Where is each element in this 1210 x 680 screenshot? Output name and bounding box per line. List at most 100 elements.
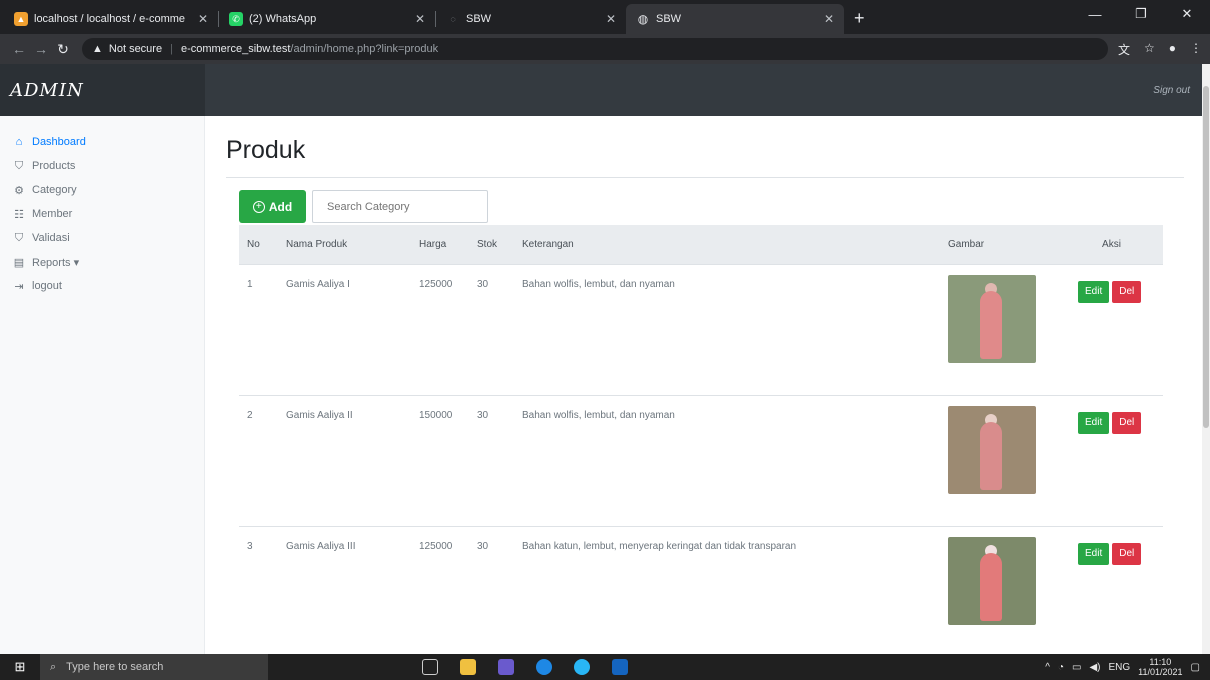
windows-start-icon[interactable]: ⊞ [0,659,40,675]
report-icon: ▤ [13,256,25,269]
sidebar-item-category[interactable]: ⚙ Category [0,178,204,202]
tab-title: SBW [656,13,682,25]
scrollbar-thumb[interactable] [1203,86,1209,428]
volume-icon[interactable]: ◀) [1089,662,1100,673]
page-title: Produk [226,136,306,164]
browser-tab-strip: ▲ localhost / localhost / e-comme ✕ ✆ (2… [0,0,1210,34]
cell-keterangan: Bahan wolfis, lembut, dan nyaman [514,394,940,526]
main-content: Produk + Add No Nama Produk Harga Stok K… [205,116,1202,654]
edit-button[interactable]: Edit [1078,280,1110,303]
home-icon: ⌂ [15,136,23,148]
close-window-icon[interactable]: ✕ [1164,6,1210,22]
cart-icon: ⛉ [14,231,24,244]
cell-harga: 125000 [411,263,469,395]
sidebar-item-validasi[interactable]: ⛉ Validasi [0,226,204,250]
divider [226,177,1184,178]
cell-gambar [940,525,1060,654]
network-icon[interactable]: ◔ [1058,662,1064,673]
close-tab-icon[interactable]: ✕ [198,12,208,26]
add-button[interactable]: + Add [239,190,306,223]
delete-button[interactable]: Del [1112,280,1142,303]
plus-circle-icon: + [252,200,265,213]
sidebar-item-dashboard[interactable]: ⌂ Dashboard [0,130,204,154]
product-image [948,274,1036,363]
clock-time: 11:10 [1149,657,1172,667]
column-header: Nama Produk [286,238,348,250]
brand-logo[interactable]: ADMIN [10,80,205,101]
table-row: 1 Gamis Aaliya I 125000 30 Bahan wolfis,… [239,263,1163,395]
close-tab-icon[interactable]: ✕ [606,12,616,26]
close-tab-icon[interactable]: ✕ [824,12,834,26]
loading-icon: ◌ [450,14,456,24]
cell-harga: 125000 [411,525,469,654]
warning-icon[interactable]: ▲ [92,43,103,55]
store-icon[interactable] [612,659,628,675]
cell-stok: 30 [469,394,514,526]
reload-icon[interactable]: ↻ [52,41,74,58]
language-indicator[interactable]: ENG [1108,662,1130,673]
column-header: No [247,238,260,250]
browser-tab[interactable]: ▲ localhost / localhost / e-comme ✕ [4,4,218,34]
security-label[interactable]: Not secure [109,43,162,55]
browser-tab[interactable]: ◌ SBW ✕ [436,4,626,34]
sidebar-item-label: logout [32,280,62,292]
toolbar-actions: 文 ☆ ● ⋮ [1118,41,1202,58]
translate-icon[interactable]: 文 [1118,41,1130,58]
task-view-icon[interactable] [422,659,438,675]
system-tray: ^ ◔ ▭ ◀) ENG 11:10 11/01/2021 ▢ [1045,654,1210,680]
page-scrollbar[interactable] [1202,64,1210,654]
edit-button[interactable]: Edit [1078,411,1110,434]
battery-icon[interactable]: ▭ [1072,662,1081,673]
clock[interactable]: 11:10 11/01/2021 [1138,657,1182,677]
notifications-icon[interactable]: ▢ [1191,662,1200,673]
cell-keterangan: Bahan wolfis, lembut, dan nyaman [514,263,940,395]
search-input[interactable] [312,190,488,223]
edit-button[interactable]: Edit [1078,542,1110,565]
file-explorer-icon[interactable] [460,659,476,675]
browser-toolbar: ← → ↻ ▲ Not secure | e-commerce_sibw.tes… [0,34,1210,64]
sidebar-item-label: Category [32,184,77,196]
address-bar[interactable]: ▲ Not secure | e-commerce_sibw.test /adm… [82,38,1108,60]
cell-nama: Gamis Aaliya I [278,263,411,395]
minimize-icon[interactable]: — [1072,7,1118,22]
browser-tab[interactable]: ✆ (2) WhatsApp ✕ [219,4,435,34]
image-figure [980,552,1002,621]
add-button-label: Add [268,199,293,214]
sign-out-link[interactable]: Sign out [1153,85,1190,96]
sidebar-item-products[interactable]: ⛉ Products [0,154,204,178]
image-figure [980,290,1002,359]
url-path: /admin/home.php?link=produk [290,43,439,55]
cell-nama: Gamis Aaliya II [278,394,411,526]
tab-title: (2) WhatsApp [249,13,317,25]
star-icon[interactable]: ☆ [1144,41,1155,58]
profile-icon[interactable]: ● [1169,41,1176,58]
vscode-icon[interactable] [498,659,514,675]
delete-button[interactable]: Del [1112,411,1142,434]
taskbar-search[interactable]: ⌕ Type here to search [40,654,268,680]
delete-button[interactable]: Del [1112,542,1142,565]
product-image [948,405,1036,494]
table-toolbar: + Add [239,190,1184,223]
sidebar-item-logout[interactable]: ⇥ logout [0,274,204,298]
chevron-up-icon[interactable]: ^ [1045,662,1050,673]
cell-gambar [940,263,1060,395]
chrome-icon[interactable] [574,659,590,675]
back-icon[interactable]: ← [8,41,30,57]
restore-icon[interactable]: ❐ [1118,6,1164,22]
sidebar-item-reports[interactable]: ▤ Reports ▾ [0,250,204,274]
forward-icon[interactable]: → [30,41,52,57]
sidebar-item-member[interactable]: ☷ Member [0,202,204,226]
globe-icon: ◍ [637,12,649,26]
table-header-row: No Nama Produk Harga Stok Keterangan Gam… [239,225,1163,264]
cart-icon: ⛉ [14,159,24,172]
new-tab-button[interactable]: + [844,8,875,34]
browser-tab-active[interactable]: ◍ SBW ✕ [626,4,844,34]
cell-stok: 30 [469,263,514,395]
menu-icon[interactable]: ⋮ [1190,41,1202,58]
cell-nama: Gamis Aaliya III [278,525,411,654]
close-tab-icon[interactable]: ✕ [415,12,425,26]
column-header: Keterangan [522,238,574,250]
cell-gambar [940,394,1060,526]
edge-icon[interactable] [536,659,552,675]
cell-aksi: Edit Del [1060,394,1163,526]
